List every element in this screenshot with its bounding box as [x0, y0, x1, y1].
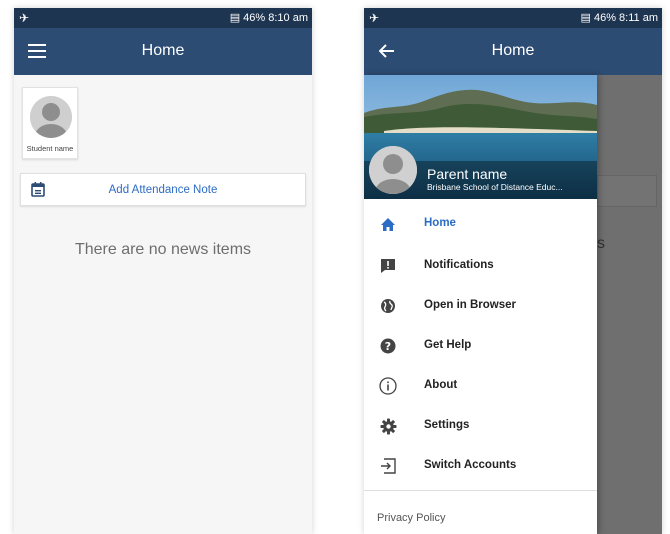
home-icon	[378, 214, 398, 234]
svg-text:?: ?	[385, 340, 391, 353]
drawer-item-label: Home	[424, 217, 456, 229]
drawer-divider	[364, 490, 597, 491]
add-attendance-note-button[interactable]: Add Attendance Note	[20, 173, 306, 206]
drawer-item-label: Get Help	[424, 339, 472, 351]
navigation-drawer: Parent name Brisbane School of Distance …	[364, 75, 597, 534]
help-icon: ?	[378, 336, 398, 356]
student-card[interactable]: Student name	[22, 87, 78, 159]
drawer-item-label: Notifications	[424, 259, 494, 271]
status-bar: ✈ ▤ 46% 8:11 am	[364, 8, 662, 28]
app-bar: Home	[364, 28, 662, 75]
attendance-label: Add Attendance Note	[108, 184, 218, 196]
drawer-item-label: About	[424, 379, 458, 391]
app-notification-icon: ✈	[19, 11, 30, 25]
parent-name: Parent name	[427, 166, 508, 182]
drawer-menu: Home Notifications Open in Browser ? Get…	[364, 206, 597, 486]
info-icon	[378, 376, 398, 396]
empty-news-message: There are no news items	[74, 241, 252, 258]
app-bar: Home	[14, 28, 312, 75]
privacy-policy-link[interactable]: Privacy Policy	[377, 512, 445, 524]
phone-screen-home: ✈ ▤ 46% 8:10 am Home Student name Add At…	[14, 8, 312, 534]
status-info: ▤ 46% 8:11 am	[581, 11, 658, 24]
drawer-item-about[interactable]: About	[364, 366, 597, 406]
app-notification-icon: ✈	[369, 11, 380, 25]
drawer-item-label: Switch Accounts	[424, 459, 517, 471]
drawer-item-open-in-browser[interactable]: Open in Browser	[364, 286, 597, 326]
home-content: Student name Add Attendance Note There a…	[14, 75, 312, 534]
drawer-item-label: Open in Browser	[424, 299, 517, 311]
signal-icon: ▤	[229, 12, 241, 24]
page-title: Home	[491, 42, 535, 59]
person-silhouette-icon	[369, 146, 417, 194]
globe-icon	[378, 296, 398, 316]
status-time: 46% 8:10 am	[243, 12, 308, 24]
status-time: 46% 8:11 am	[593, 12, 658, 24]
notification-icon	[378, 256, 398, 276]
parent-avatar	[369, 146, 417, 194]
drawer-item-get-help[interactable]: ? Get Help	[364, 326, 597, 366]
drawer-item-label: Settings	[424, 419, 470, 431]
page-title: Home	[141, 42, 185, 59]
status-bar: ✈ ▤ 46% 8:10 am	[14, 8, 312, 28]
phone-screen-drawer: ✈ ▤ 46% 8:11 am Home s	[364, 8, 662, 534]
student-avatar	[30, 96, 72, 138]
drawer-item-home[interactable]: Home	[364, 204, 597, 244]
drawer-header: Parent name Brisbane School of Distance …	[364, 75, 597, 199]
student-name: Student name	[26, 144, 74, 153]
switch-account-icon	[378, 456, 398, 476]
drawer-item-switch-accounts[interactable]: Switch Accounts	[364, 446, 597, 486]
person-silhouette-icon	[30, 96, 72, 138]
signal-icon: ▤	[580, 12, 591, 24]
school-name: Brisbane School of Distance Educ...	[427, 182, 563, 192]
gear-icon	[378, 416, 398, 436]
status-info: ▤ 46% 8:10 am	[230, 11, 308, 24]
drawer-item-notifications[interactable]: Notifications	[364, 246, 597, 286]
drawer-item-settings[interactable]: Settings	[364, 406, 597, 446]
